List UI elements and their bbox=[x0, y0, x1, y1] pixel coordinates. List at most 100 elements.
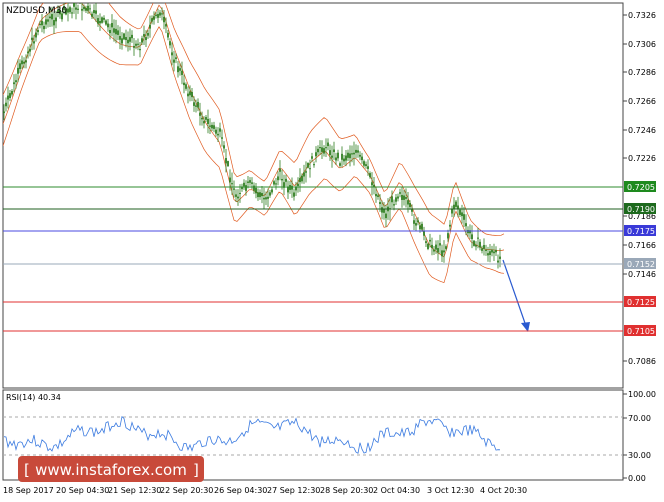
candle-body bbox=[297, 183, 299, 187]
price-panel[interactable] bbox=[2, 2, 624, 389]
time-label: 20 Sep 04:30 bbox=[56, 486, 109, 495]
time-label: 3 Oct 12:30 bbox=[427, 486, 474, 495]
candle-body bbox=[13, 82, 15, 85]
candle-body bbox=[213, 125, 215, 129]
svg-text:0.7306: 0.7306 bbox=[628, 40, 656, 49]
candle-body bbox=[379, 202, 381, 205]
candle-body bbox=[457, 205, 459, 209]
candle-body bbox=[267, 196, 269, 199]
candle-body bbox=[69, 7, 71, 13]
candle-body bbox=[201, 117, 203, 120]
candle-body bbox=[189, 91, 191, 96]
candle-body bbox=[217, 133, 219, 136]
candle-body bbox=[363, 161, 365, 166]
candle-body bbox=[29, 48, 31, 52]
candle-body bbox=[239, 192, 241, 195]
symbol-label: NZDUSD,M30 bbox=[6, 6, 67, 16]
candle-body bbox=[125, 37, 127, 41]
candle-body bbox=[35, 32, 37, 38]
candle-body bbox=[249, 180, 251, 183]
svg-text:0.7226: 0.7226 bbox=[628, 154, 656, 163]
candle-body bbox=[145, 37, 147, 41]
rsi-tick: 70.00 bbox=[623, 414, 651, 423]
candle-body bbox=[423, 231, 425, 236]
candle-body bbox=[123, 33, 125, 40]
candle-body bbox=[393, 204, 395, 206]
candle-body bbox=[499, 256, 501, 259]
candle-body bbox=[451, 209, 453, 214]
candle-body bbox=[163, 16, 165, 23]
candle-body bbox=[359, 154, 361, 157]
rsi-tick: 0.00 bbox=[623, 474, 646, 483]
candle-body bbox=[365, 164, 367, 167]
candle-body bbox=[23, 61, 25, 64]
candle-body bbox=[401, 194, 403, 200]
candle-body bbox=[437, 248, 439, 253]
candle-body bbox=[285, 178, 287, 182]
candle-body bbox=[391, 196, 393, 203]
candle-body bbox=[229, 177, 231, 183]
candle-body bbox=[159, 12, 161, 16]
candle-body bbox=[287, 187, 289, 193]
candle-body bbox=[203, 121, 205, 124]
rsi-tick: 100.00 bbox=[623, 390, 656, 399]
svg-text:0.7086: 0.7086 bbox=[628, 357, 656, 366]
candle-body bbox=[317, 148, 319, 153]
candle-body bbox=[325, 147, 327, 149]
candle-body bbox=[197, 101, 199, 108]
svg-text:0.7152: 0.7152 bbox=[627, 260, 655, 269]
candle-body bbox=[313, 164, 315, 166]
candle-body bbox=[21, 60, 23, 65]
candle-body bbox=[103, 17, 105, 20]
price-tick: 0.7086 bbox=[623, 357, 656, 366]
svg-text:0.7190: 0.7190 bbox=[627, 205, 655, 214]
candle-body bbox=[141, 38, 143, 43]
candle-body bbox=[439, 243, 441, 246]
candle-body bbox=[67, 8, 69, 13]
watermark-text: www.instaforex.com bbox=[35, 461, 187, 479]
candle-body bbox=[135, 43, 137, 46]
candle-body bbox=[257, 192, 259, 198]
candle-body bbox=[235, 194, 237, 197]
candle-body bbox=[353, 152, 355, 155]
time-label: 21 Sep 12:30 bbox=[108, 486, 161, 495]
candle-body bbox=[251, 182, 253, 184]
svg-text:0.7175: 0.7175 bbox=[627, 227, 655, 236]
candle-body bbox=[303, 172, 305, 177]
candle-body bbox=[227, 161, 229, 167]
candle-body bbox=[481, 248, 483, 251]
svg-text:0.00: 0.00 bbox=[628, 474, 646, 483]
candle-body bbox=[55, 17, 57, 22]
candle-body bbox=[95, 10, 97, 14]
candle-body bbox=[109, 30, 111, 34]
candle-body bbox=[5, 102, 7, 107]
price-tick: 0.7226 bbox=[623, 154, 656, 163]
candle-body bbox=[191, 92, 193, 98]
candle-body bbox=[269, 192, 271, 196]
candle-body bbox=[341, 153, 343, 160]
candle-body bbox=[99, 20, 101, 24]
candle-body bbox=[475, 244, 477, 247]
candle-body bbox=[319, 147, 321, 149]
candle-body bbox=[75, 7, 77, 10]
candle-body bbox=[489, 251, 491, 255]
candle-body bbox=[91, 13, 93, 17]
candle-body bbox=[81, 8, 83, 11]
candle-body bbox=[93, 10, 95, 14]
candle-body bbox=[445, 246, 447, 249]
candle-body bbox=[253, 185, 255, 191]
candle-body bbox=[11, 91, 13, 95]
candle-body bbox=[343, 158, 345, 162]
candle-body bbox=[281, 178, 283, 181]
candle-body bbox=[15, 80, 17, 83]
candle-body bbox=[143, 34, 145, 37]
svg-text:0.7105: 0.7105 bbox=[627, 327, 655, 336]
candle-body bbox=[215, 129, 217, 134]
candle-body bbox=[347, 152, 349, 158]
candle-body bbox=[25, 60, 27, 63]
candle-body bbox=[255, 187, 257, 194]
candle-body bbox=[367, 166, 369, 169]
candle-body bbox=[85, 7, 87, 11]
candle-body bbox=[195, 105, 197, 107]
candle-body bbox=[399, 192, 401, 194]
